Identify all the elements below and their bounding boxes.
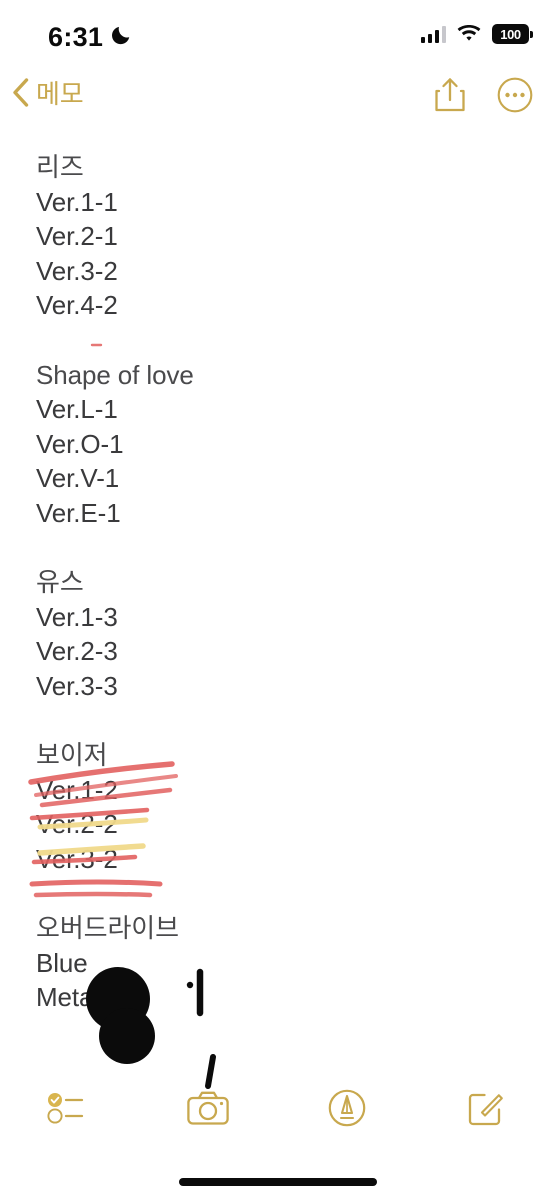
status-bar: 6:31 100: [0, 0, 555, 66]
note-line: Ver.V-1: [36, 463, 120, 493]
black-ink-blob-small: [99, 1008, 155, 1064]
section-heading: 보이저: [36, 740, 108, 770]
home-indicator: [178, 1178, 377, 1186]
markup-pen-icon: [328, 1089, 366, 1127]
back-button[interactable]: 메모: [12, 74, 84, 111]
note-line: Ver.E-1: [36, 497, 121, 528]
cellular-signal-icon: [420, 25, 446, 43]
note-line: Ver.3-3: [36, 670, 118, 701]
note-line: Ver.O-1: [36, 428, 124, 459]
checklist-icon: [47, 1093, 84, 1124]
back-button-label: 메모: [36, 79, 84, 109]
note-line: Blue: [36, 947, 88, 978]
moon-icon: [112, 26, 130, 45]
section-heading: 유스: [36, 567, 84, 597]
note-section: 오버드라이브 Blue Metal-: [0, 911, 555, 1015]
toolbar-item-markup[interactable]: [278, 1089, 417, 1127]
note-line: Ver.1-2: [36, 774, 118, 805]
note-line: Ver.2-1: [36, 221, 118, 251]
note-line: Ver.3-2: [36, 843, 118, 874]
note-line: Ver.2-3: [36, 636, 118, 666]
camera-icon: [187, 1091, 229, 1125]
note-line: Ver.1-3: [36, 601, 118, 632]
battery-full-icon: 100: [492, 24, 533, 44]
bottom-toolbar: [0, 1078, 555, 1138]
note-section: Shape of love Ver.L-1 Ver.O-1 Ver.V-1 Ve…: [0, 358, 555, 531]
compose-icon: [468, 1093, 503, 1126]
section-heading: 오버드라이브: [36, 913, 179, 943]
note-section-struck: 보이저 Ver.1-2 Ver.2-2 Ver.3-2: [0, 738, 555, 876]
toolbar-item-compose[interactable]: [416, 1090, 555, 1126]
note-line: Metal-: [36, 982, 108, 1012]
note-line: Ver.4-2: [36, 290, 118, 320]
note-line: Ver.3-2: [36, 255, 118, 286]
note-body[interactable]: 리즈 Ver.1-1 Ver.2-1 Ver.3-2 Ver.4-2 Shape…: [0, 150, 555, 1015]
note-line: Ver.2-2: [36, 809, 118, 839]
navigation-bar: 메모: [0, 72, 555, 126]
share-icon[interactable]: [433, 76, 467, 114]
status-bar-indicators: 100: [420, 24, 533, 44]
nav-bar-actions: [433, 76, 533, 114]
toolbar-item-checklist[interactable]: [0, 1092, 139, 1124]
more-circle-icon[interactable]: [497, 77, 533, 113]
wifi-icon: [457, 25, 481, 41]
note-section: 유스 Ver.1-3 Ver.2-3 Ver.3-3: [0, 565, 555, 703]
section-heading: Shape of love: [36, 359, 194, 390]
toolbar-item-camera[interactable]: [139, 1091, 278, 1125]
status-bar-time: 6:31: [48, 22, 104, 52]
notes-app-screen: 6:31 100 메모 리즈 Ver.1-1 Ver.2-1 Ver.3-2 V…: [0, 0, 555, 1200]
note-line: Ver.L-1: [36, 394, 118, 424]
note-line: Ver.1-1: [36, 186, 118, 217]
section-heading: 리즈: [36, 152, 84, 182]
chevron-left-icon: [13, 78, 29, 107]
battery-level-label: 100: [500, 26, 521, 42]
note-section: 리즈 Ver.1-1 Ver.2-1 Ver.3-2 Ver.4-2: [0, 150, 555, 323]
